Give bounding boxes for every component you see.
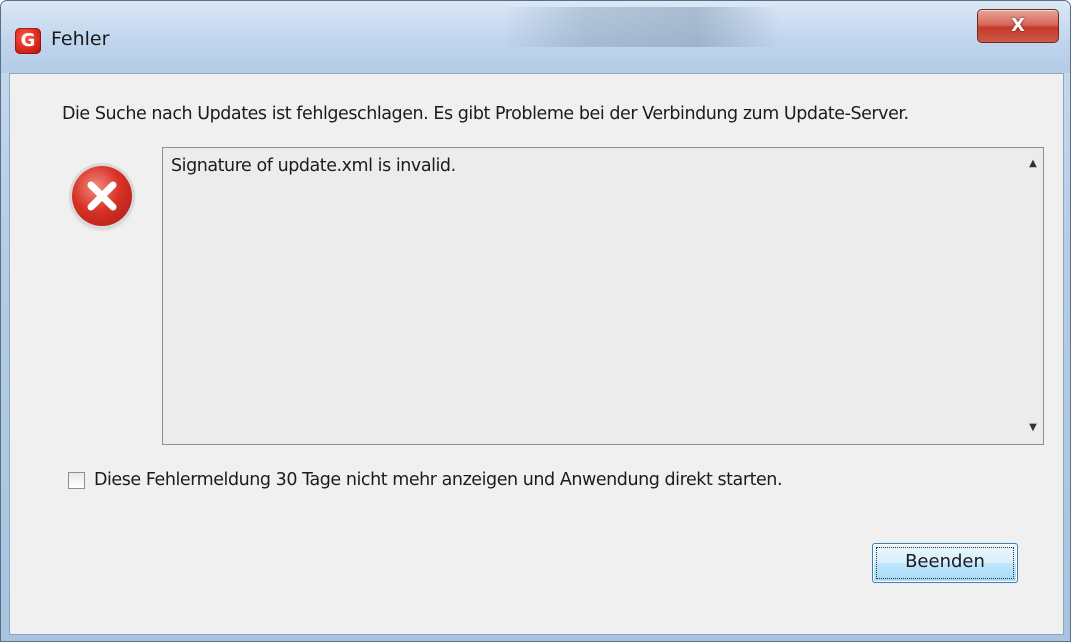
details-scrollbar[interactable]: ▲ ▼ — [1023, 148, 1043, 444]
exit-button-label: Beenden — [905, 551, 985, 572]
app-logo-icon: G — [15, 28, 41, 54]
suppress-error-label[interactable]: Diese Fehlermeldung 30 Tage nicht mehr a… — [94, 470, 783, 490]
title-bar-glass — [501, 7, 781, 47]
dialog-window: G Fehler X Die Suche nach Updates ist fe… — [0, 0, 1071, 642]
dialog-content: Die Suche nach Updates ist fehlgeschlage… — [9, 73, 1064, 635]
scroll-up-icon[interactable]: ▲ — [1023, 154, 1043, 174]
scroll-down-icon[interactable]: ▼ — [1023, 418, 1043, 438]
title-bar[interactable]: G Fehler X — [1, 1, 1070, 73]
error-icon — [72, 166, 132, 226]
exit-button[interactable]: Beenden — [872, 543, 1018, 583]
window-title: Fehler — [51, 28, 110, 50]
error-details-text: Signature of update.xml is invalid. — [171, 156, 456, 176]
suppress-error-checkbox[interactable] — [68, 472, 85, 489]
error-message: Die Suche nach Updates ist fehlgeschlage… — [62, 104, 909, 124]
error-details-box[interactable]: Signature of update.xml is invalid. ▲ ▼ — [162, 147, 1044, 445]
close-button[interactable]: X — [977, 9, 1059, 43]
